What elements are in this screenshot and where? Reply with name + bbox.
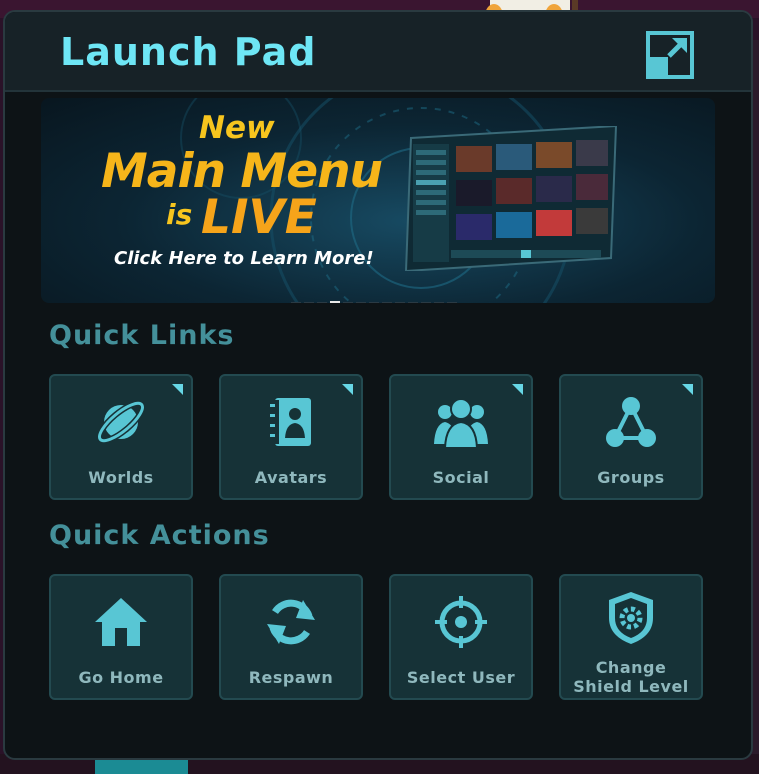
submenu-corner-indicator [172,384,183,395]
submenu-corner-indicator [512,384,523,395]
carousel-dot[interactable] [369,301,379,303]
banner-headline-is: is [166,198,193,231]
banner-cta: Click Here to Learn More! [114,248,374,269]
quick-link-groups[interactable]: Groups [559,374,703,500]
quick-link-worlds[interactable]: Worlds [49,374,193,500]
quick-link-avatars[interactable]: Avatars [219,374,363,500]
carousel-dot[interactable] [382,301,392,303]
submenu-corner-indicator [682,384,693,395]
group-network-icon [606,397,656,447]
quick-actions-title: Quick Actions [49,520,270,551]
carousel-dot[interactable] [395,301,405,303]
quick-action-label: Go Home [78,668,164,687]
expand-icon[interactable] [645,30,695,80]
carousel-dot[interactable] [317,301,327,303]
carousel-dot[interactable] [408,301,418,303]
quick-action-label: Change Shield Level [561,658,701,696]
launch-pad-panel: Launch Pad New Main Menu is LIVE Click H… [3,10,753,760]
submenu-corner-indicator [342,384,353,395]
people-icon [434,398,488,449]
label-line-1: Change [595,658,667,677]
shield-gear-icon [609,592,653,644]
bottom-tab-indicator [95,760,188,774]
panel-title: Launch Pad [60,30,317,74]
quick-action-select-user[interactable]: Select User [389,574,533,700]
home-icon [95,598,147,646]
quick-link-social[interactable]: Social [389,374,533,500]
carousel-dot[interactable] [304,301,314,303]
avatar-book-icon [270,398,311,446]
crosshair-icon [435,596,487,648]
quick-links-title: Quick Links [49,320,235,351]
quick-action-label: Respawn [248,668,334,687]
carousel-indicator[interactable] [291,292,460,303]
panel-header: Launch Pad [5,12,751,92]
refresh-icon [267,599,315,645]
quick-link-label: Social [432,468,490,487]
carousel-dot[interactable] [421,301,431,303]
quick-action-go-home[interactable]: Go Home [49,574,193,700]
carousel-dot[interactable] [291,301,301,303]
quick-link-label: Worlds [88,468,154,487]
planet-icon [96,400,146,444]
carousel-dot[interactable] [356,301,366,303]
banner-headline-new: New [199,110,275,146]
main-menu-preview-image [404,126,618,271]
banner-headline-live: LIVE [201,190,317,245]
quick-link-label: Avatars [254,468,328,487]
quick-link-label: Groups [597,468,665,487]
announcement-banner[interactable]: New Main Menu is LIVE Click Here to Lear… [41,98,715,303]
quick-action-change-shield-level[interactable]: Change Shield Level [559,574,703,700]
carousel-dot[interactable] [343,301,353,303]
carousel-dot[interactable] [447,301,457,303]
carousel-dot[interactable] [434,301,444,303]
quick-action-label: Select User [406,668,516,687]
label-line-2: Shield Level [573,677,689,696]
carousel-dot[interactable] [330,301,340,303]
quick-action-respawn[interactable]: Respawn [219,574,363,700]
